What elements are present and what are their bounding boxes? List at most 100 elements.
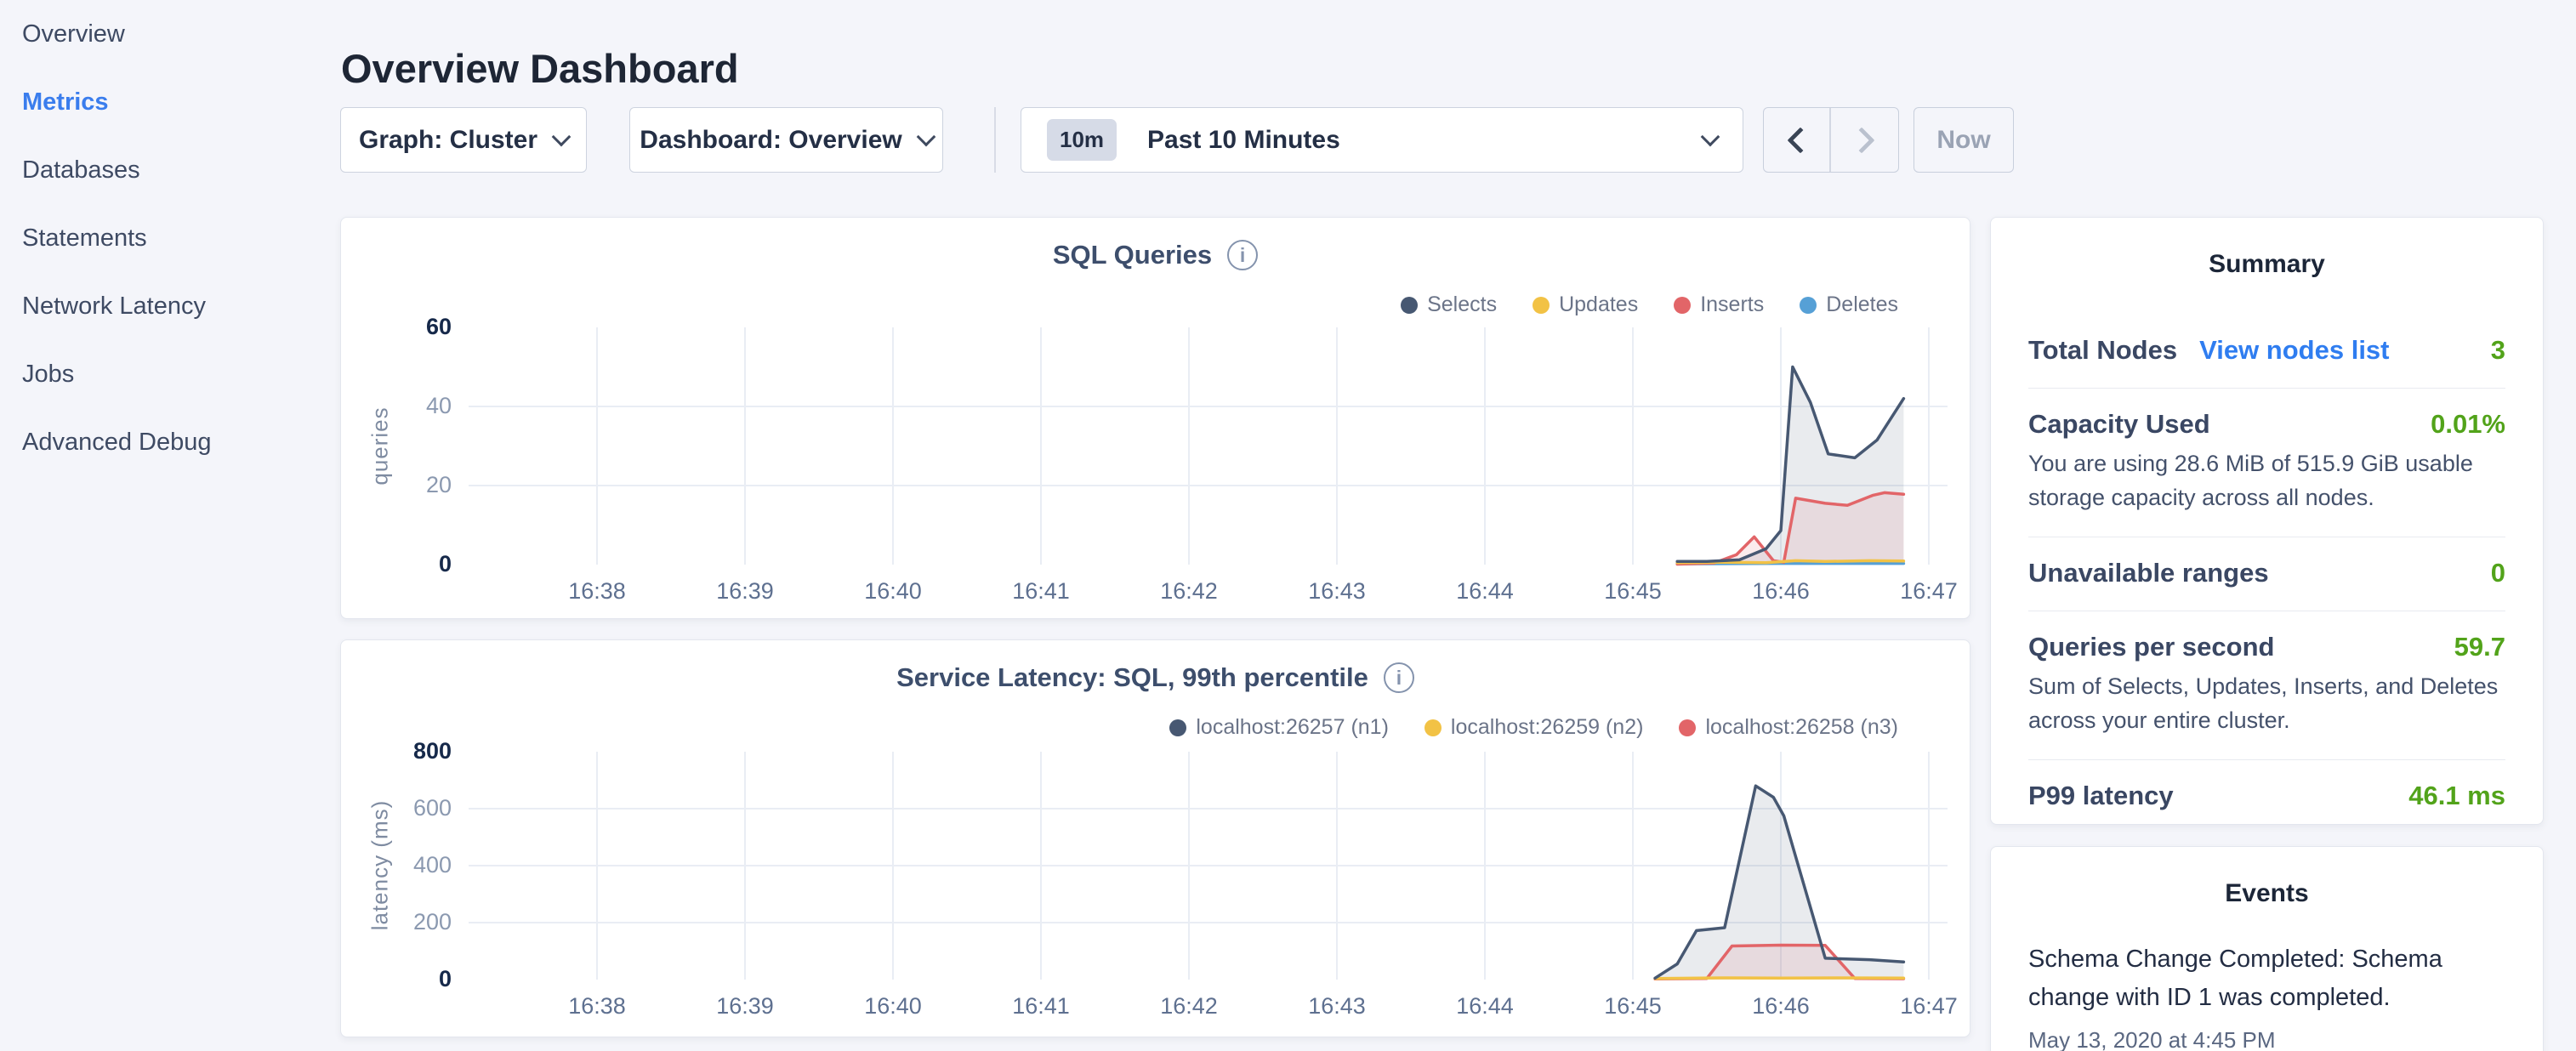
chart-legend: Selects Updates Inserts Deletes	[1401, 293, 1898, 317]
next-time-button[interactable]	[1831, 108, 1898, 172]
sidebar-item-overview[interactable]: Overview	[0, 0, 332, 68]
x-axis-tick: 16:43	[1277, 993, 1396, 1020]
summary-row-label: Capacity Used	[2028, 409, 2210, 440]
summary-row: Unavailable ranges0	[2028, 558, 2505, 588]
summary-row-label: Unavailable ranges	[2028, 558, 2269, 588]
chart-plot-area[interactable]	[341, 640, 1971, 1038]
x-axis-tick: 16:39	[685, 993, 805, 1020]
summary-row: Total Nodes View nodes list 3	[2028, 335, 2505, 366]
legend-item: Deletes	[1800, 293, 1898, 317]
summary-row-subtext: You are using 28.6 MiB of 515.9 GiB usab…	[2028, 446, 2505, 514]
dashboard-dropdown[interactable]: Dashboard: Overview	[629, 107, 943, 173]
summary-row-label: Total Nodes	[2028, 335, 2177, 366]
summary-row-value: 59.7	[2454, 632, 2505, 662]
sidebar-item-network-latency[interactable]: Network Latency	[0, 272, 332, 340]
chart-title: Service Latency: SQL, 99th percentile	[896, 662, 1368, 693]
sidebar-item-databases[interactable]: Databases	[0, 136, 332, 204]
legend-item: Selects	[1401, 293, 1497, 317]
legend-label: Updates	[1559, 293, 1638, 317]
y-axis-tick: 0	[384, 551, 452, 577]
y-axis-tick: 20	[384, 472, 452, 498]
legend-item: Updates	[1533, 293, 1638, 317]
legend-dot-icon	[1800, 297, 1817, 314]
service-latency-chart-card: Service Latency: SQL, 99th percentile i lo…	[340, 639, 1970, 1037]
summary-row-label: Queries per second	[2028, 632, 2274, 662]
time-range-label: Past 10 Minutes	[1147, 126, 1340, 155]
y-axis-label: latency (ms)	[367, 764, 394, 968]
divider	[2028, 759, 2505, 760]
sidebar-item-metrics[interactable]: Metrics	[0, 68, 332, 136]
summary-rows: Total Nodes View nodes list 3 Capacity Used…	[1991, 335, 2543, 811]
sidebar-item-jobs[interactable]: Jobs	[0, 340, 332, 408]
time-range-badge: 10m	[1047, 119, 1117, 161]
y-axis-tick: 0	[384, 966, 452, 992]
event-message: Schema Change Completed: Schema change w…	[2028, 940, 2505, 1017]
time-range-selector[interactable]: 10m Past 10 Minutes	[1021, 107, 1743, 173]
x-axis-tick: 16:38	[537, 578, 657, 605]
x-axis-tick: 16:40	[833, 993, 952, 1020]
x-axis-tick: 16:41	[981, 578, 1100, 605]
x-axis-tick: 16:42	[1129, 993, 1248, 1020]
toolbar-divider	[994, 107, 996, 173]
page-title: Overview Dashboard	[341, 45, 739, 92]
legend-label: localhost:26257 (n1)	[1196, 715, 1389, 740]
legend-label: Deletes	[1826, 293, 1898, 317]
prev-time-button[interactable]	[1764, 108, 1831, 172]
graph-dropdown[interactable]: Graph: Cluster	[340, 107, 587, 173]
summary-row-value: 0.01%	[2431, 409, 2505, 440]
y-axis-tick: 200	[384, 909, 452, 935]
chevron-down-icon	[916, 127, 935, 146]
x-axis-tick: 16:44	[1425, 578, 1544, 605]
x-axis-tick: 16:47	[1869, 578, 1988, 605]
events-panel: Events Schema Change Completed: Schema c…	[1990, 846, 2544, 1051]
legend-label: localhost:26259 (n2)	[1451, 715, 1644, 740]
y-axis-tick: 60	[384, 314, 452, 340]
legend-label: Selects	[1427, 293, 1497, 317]
sql-queries-chart-card: SQL Queries i Selects Updates Inserts Deletes…	[340, 217, 1970, 619]
summary-row-value: 46.1 ms	[2408, 781, 2505, 811]
summary-row: P99 latency 46.1 ms	[2028, 781, 2505, 811]
chevron-right-icon	[1848, 127, 1874, 153]
chart-title: SQL Queries	[1053, 240, 1212, 270]
summary-row: Queries per second 59.7	[2028, 632, 2505, 662]
events-list: Schema Change Completed: Schema change w…	[1991, 940, 2543, 1051]
legend-item: localhost:26257 (n1)	[1169, 715, 1389, 740]
sidebar-item-advanced-debug[interactable]: Advanced Debug	[0, 408, 332, 476]
x-axis-tick: 16:42	[1129, 578, 1248, 605]
info-icon[interactable]: i	[1384, 662, 1414, 693]
now-button[interactable]: Now	[1914, 107, 2014, 173]
legend-dot-icon	[1424, 719, 1442, 736]
dashboard-dropdown-label: Dashboard: Overview	[640, 126, 901, 155]
chevron-down-icon	[552, 127, 571, 146]
event-timestamp: May 13, 2020 at 4:45 PM	[2028, 1027, 2505, 1051]
sidebar: OverviewMetricsDatabasesStatementsNetwor…	[0, 0, 332, 1051]
summary-row-value: 3	[2491, 335, 2505, 366]
summary-row-subtext: Sum of Selects, Updates, Inserts, and De…	[2028, 669, 2505, 737]
view-nodes-list-link[interactable]: View nodes list	[2199, 335, 2389, 366]
x-axis-tick: 16:46	[1721, 578, 1840, 605]
x-axis-tick: 16:40	[833, 578, 952, 605]
legend-label: localhost:26258 (n3)	[1705, 715, 1898, 740]
legend-dot-icon	[1533, 297, 1550, 314]
chevron-down-icon	[1701, 127, 1720, 146]
summary-row: Capacity Used 0.01%	[2028, 409, 2505, 440]
y-axis-tick: 40	[384, 393, 452, 419]
y-axis-tick: 800	[384, 738, 452, 764]
info-icon[interactable]: i	[1227, 240, 1258, 270]
legend-dot-icon	[1169, 719, 1186, 736]
x-axis-tick: 16:47	[1869, 993, 1988, 1020]
events-title: Events	[1991, 879, 2543, 908]
summary-panel: Summary Total Nodes View nodes list 3 Capac…	[1990, 217, 2544, 825]
summary-row-label: P99 latency	[2028, 781, 2174, 811]
x-axis-tick: 16:39	[685, 578, 805, 605]
x-axis-tick: 16:41	[981, 993, 1100, 1020]
legend-label: Inserts	[1700, 293, 1764, 317]
chart-plot-area[interactable]	[341, 218, 1971, 620]
sidebar-item-statements[interactable]: Statements	[0, 204, 332, 272]
x-axis-tick: 16:46	[1721, 993, 1840, 1020]
summary-title: Summary	[1991, 250, 2543, 279]
chart-legend: localhost:26257 (n1) localhost:26259 (n2)…	[1169, 715, 1898, 740]
x-axis-tick: 16:44	[1425, 993, 1544, 1020]
legend-item: Inserts	[1674, 293, 1764, 317]
x-axis-tick: 16:38	[537, 993, 657, 1020]
